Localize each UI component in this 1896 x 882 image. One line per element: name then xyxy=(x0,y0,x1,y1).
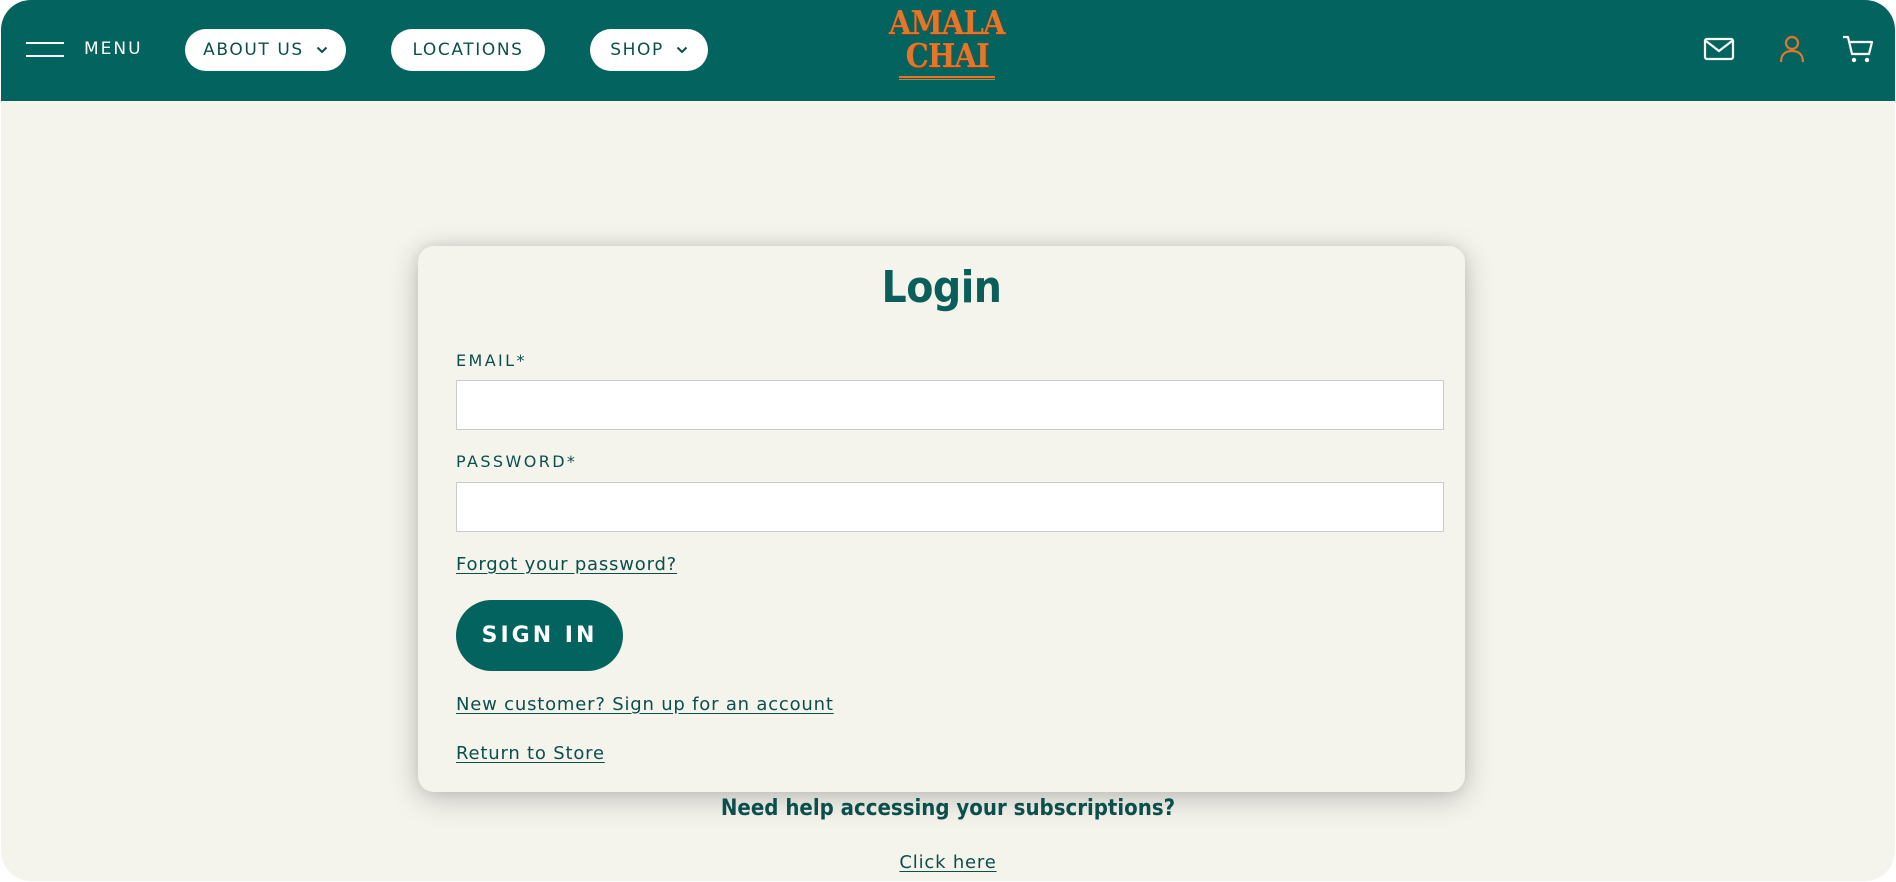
chevron-down-icon xyxy=(676,46,688,54)
login-card: Login EMAIL* PASSWORD* Forgot your passw… xyxy=(418,246,1465,792)
nav-about-us-label: ABOUT US xyxy=(203,40,304,60)
mail-icon[interactable] xyxy=(1702,32,1736,66)
sign-in-button[interactable]: SIGN IN xyxy=(456,600,623,671)
password-field[interactable] xyxy=(456,482,1444,532)
hamburger-icon xyxy=(26,40,64,58)
help-heading: Need help accessing your subscriptions? xyxy=(720,796,1176,821)
email-field[interactable] xyxy=(456,380,1444,430)
cart-icon[interactable] xyxy=(1841,32,1875,66)
forgot-password-link[interactable]: Forgot your password? xyxy=(456,554,677,575)
site-header: MENU ABOUT US LOCATIONS SHOP AMALA CHAI xyxy=(1,0,1895,101)
click-here-link[interactable]: Click here xyxy=(899,852,996,873)
email-label: EMAIL* xyxy=(456,351,527,370)
page: MENU ABOUT US LOCATIONS SHOP AMALA CHAI xyxy=(1,0,1895,881)
password-label: PASSWORD* xyxy=(456,452,578,471)
nav-shop[interactable]: SHOP xyxy=(590,29,708,71)
account-icon[interactable] xyxy=(1775,32,1809,66)
nav-about-us[interactable]: ABOUT US xyxy=(185,29,346,71)
logo-rule xyxy=(899,76,995,80)
nav-locations[interactable]: LOCATIONS xyxy=(391,29,545,71)
menu-button[interactable]: MENU xyxy=(26,34,143,64)
logo-text-line1: AMALA xyxy=(889,3,1006,42)
help-link-row: Click here xyxy=(1,852,1895,873)
signup-link[interactable]: New customer? Sign up for an account xyxy=(456,694,834,715)
brand-logo[interactable]: AMALA CHAI xyxy=(887,6,1007,92)
nav-shop-label: SHOP xyxy=(610,40,664,60)
chevron-down-icon xyxy=(316,46,328,54)
logo-text-line2: CHAI xyxy=(905,36,989,75)
login-title: Login xyxy=(881,262,1002,313)
menu-label: MENU xyxy=(84,39,143,59)
nav-locations-label: LOCATIONS xyxy=(412,40,524,60)
return-to-store-link[interactable]: Return to Store xyxy=(456,743,605,764)
